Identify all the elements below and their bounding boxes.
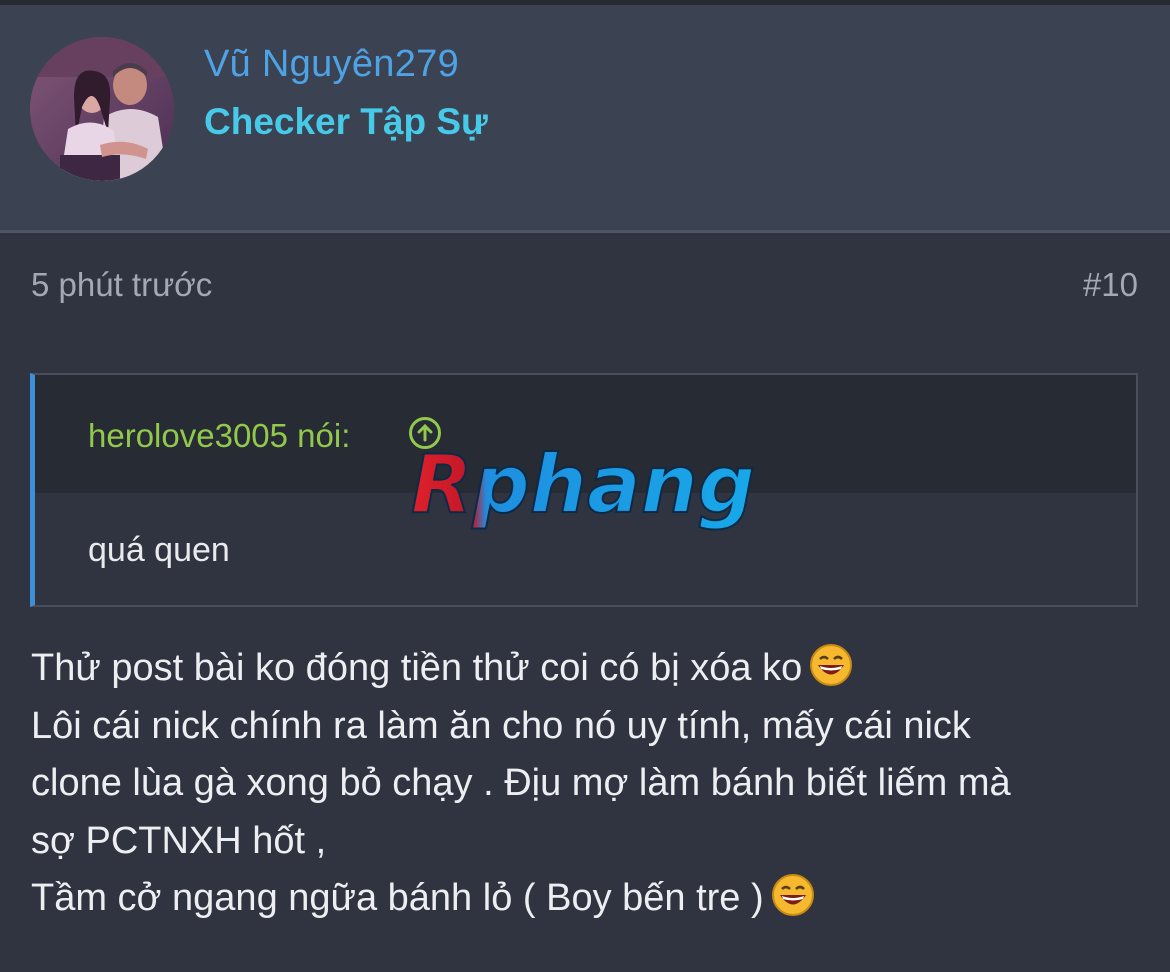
quote-author[interactable]: herolove3005 nói: (88, 417, 350, 455)
post-line: Thử post bài ko đóng tiền thử coi có bị … (31, 640, 1141, 698)
username[interactable]: Vũ Nguyên279 (204, 43, 459, 86)
user-header: Vũ Nguyên279 Checker Tập Sự (0, 5, 1170, 233)
post-number[interactable]: #10 (1083, 266, 1138, 304)
user-title: Checker Tập Sự (204, 101, 488, 142)
avatar-photo-icon (30, 37, 174, 181)
post-time[interactable]: 5 phút trước (31, 266, 212, 304)
laughing-face-icon (771, 874, 814, 916)
post-line: clone lùa gà xong bỏ chạy . Địu mợ làm b… (31, 762, 1011, 804)
quote-text: quá quen (88, 531, 230, 569)
post-line: sợ PCTNXH hốt , (31, 819, 327, 862)
user-avatar[interactable] (30, 37, 174, 181)
post-line: Lôi cái nick chính ra làm ăn cho nó uy t… (31, 704, 971, 747)
post-body: Thử post bài ko đóng tiền thử coi có bị … (31, 640, 1141, 928)
watermark-text: Rphang (411, 440, 755, 531)
post-line: Tầm cở ngang ngữa bánh lỏ ( Boy bến tre … (31, 870, 1141, 928)
laughing-face-icon (810, 644, 853, 686)
watermark-logo: Rphang (410, 440, 756, 532)
